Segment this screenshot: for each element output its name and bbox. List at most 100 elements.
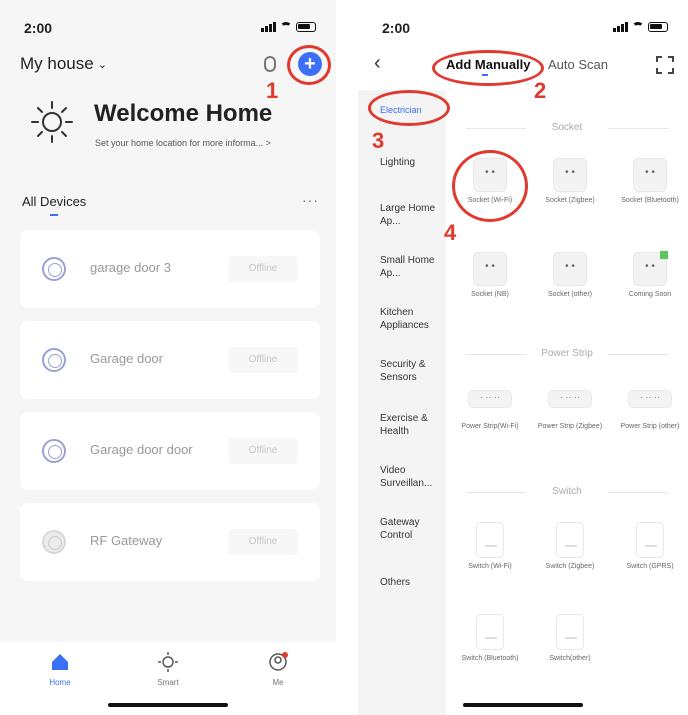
device-status: Offline	[228, 347, 298, 373]
device-card[interactable]: garage door 3 Offline	[20, 230, 320, 308]
microphone-icon[interactable]	[264, 56, 276, 72]
wifi-icon	[280, 22, 292, 32]
back-icon[interactable]: ‹	[374, 52, 381, 75]
welcome-subtitle[interactable]: Set your home location for more informa.…	[95, 138, 271, 148]
product-coming-soon: Coming Soon	[612, 251, 688, 299]
tab-indicator	[482, 74, 488, 76]
product-switch-bluetooth[interactable]: Switch (Bluetooth)	[452, 614, 528, 663]
product-label: Switch (Bluetooth)	[461, 655, 519, 662]
status-bar: 2:00	[382, 20, 668, 36]
category-others[interactable]: Others	[358, 576, 446, 589]
product-switch-other[interactable]: Switch(other)	[532, 614, 608, 663]
product-label: Power Strip(Wi-Fi)	[461, 423, 519, 430]
smart-icon	[158, 652, 178, 672]
category-security-sensors[interactable]: Security & Sensors	[358, 358, 442, 384]
category-gateway-control[interactable]: Gateway Control	[358, 516, 442, 542]
device-name: RF Gateway	[90, 533, 163, 548]
category-electrician[interactable]: Electrician	[358, 104, 446, 117]
category-kitchen-appliances[interactable]: Kitchen Appliances	[358, 306, 442, 332]
product-label: Switch (Zigbee)	[545, 563, 595, 570]
add-device-button[interactable]: +	[298, 52, 322, 76]
product-power-strip-zigbee[interactable]: Power Strip (Zigbee)	[532, 382, 608, 431]
tab-indicator	[50, 214, 58, 216]
product-switch-zigbee[interactable]: Switch (Zigbee)	[532, 522, 608, 571]
switch-icon	[636, 522, 664, 558]
section-title-switch: Switch	[446, 486, 688, 497]
sun-icon	[31, 101, 73, 143]
device-icon	[42, 348, 66, 372]
welcome-title: Welcome Home	[94, 100, 273, 127]
product-socket-bluetooth[interactable]: Socket (Bluetooth)	[612, 158, 688, 205]
switch-icon	[556, 614, 584, 650]
product-label: Socket (Zigbee)	[545, 197, 595, 204]
status-time: 2:00	[24, 20, 53, 36]
tab-add-manually[interactable]: Add Manually	[446, 57, 531, 72]
signal-icon	[613, 22, 628, 32]
device-status: Offline	[228, 438, 298, 464]
bottom-tab-bar: Home Smart Me	[0, 642, 336, 715]
home-indicator	[108, 703, 228, 707]
product-power-strip-wifi[interactable]: Power Strip(Wi-Fi)	[452, 382, 528, 431]
tab-home[interactable]: Home	[30, 652, 90, 687]
home-icon	[52, 654, 68, 670]
home-indicator	[463, 703, 583, 707]
add-device-screen: 2:00 ‹ Add Manually Auto Scan 2 Electric…	[358, 0, 688, 715]
signal-icon	[261, 22, 276, 32]
socket-icon	[473, 252, 507, 286]
device-name: garage door 3	[90, 260, 171, 275]
device-status: Offline	[228, 529, 298, 555]
more-options-icon[interactable]: ···	[302, 192, 319, 208]
product-label: Switch(other)	[549, 655, 591, 662]
tab-label: Home	[49, 678, 71, 687]
product-switch-gprs[interactable]: Switch (GPRS)	[612, 522, 688, 571]
chevron-down-icon: ⌄	[97, 58, 107, 71]
scan-icon[interactable]	[656, 56, 674, 74]
category-sidebar: Electrician Lighting Large Home Ap... Sm…	[358, 90, 446, 715]
switch-icon	[476, 522, 504, 558]
product-socket-wifi[interactable]: Socket (Wi-Fi)	[452, 158, 528, 205]
tab-smart[interactable]: Smart	[138, 652, 198, 687]
product-switch-wifi[interactable]: Switch (Wi-Fi)	[452, 522, 528, 571]
socket-icon	[553, 252, 587, 286]
annotation-step-2: 2	[534, 78, 547, 103]
product-label: Power Strip (Zigbee)	[537, 423, 603, 430]
socket-icon	[553, 158, 587, 192]
device-card[interactable]: RF Gateway Offline	[20, 503, 320, 581]
category-exercise-health[interactable]: Exercise & Health	[358, 412, 442, 438]
status-icons	[613, 22, 668, 32]
product-label: Switch (Wi-Fi)	[468, 563, 512, 570]
battery-icon	[648, 22, 668, 32]
socket-icon	[473, 158, 507, 192]
house-selector[interactable]: My house ⌄	[20, 54, 107, 74]
product-label: Power Strip (other)	[620, 423, 680, 430]
annotation-step-4: 4	[444, 220, 457, 245]
chevron-right-icon: >	[265, 138, 271, 148]
welcome-subtitle-text: Set your home location for more informa.…	[95, 138, 264, 148]
product-socket-nb[interactable]: Socket (NB)	[452, 252, 528, 299]
device-icon	[42, 257, 66, 281]
tab-label: Me	[272, 678, 284, 687]
product-power-strip-other[interactable]: Power Strip (other)	[612, 382, 688, 431]
category-small-home-appliances[interactable]: Small Home Ap...	[358, 254, 442, 280]
top-navigation: ‹ Add Manually Auto Scan	[358, 50, 688, 80]
category-large-home-appliances[interactable]: Large Home Ap...	[358, 202, 442, 228]
product-socket-other[interactable]: Socket (other)	[532, 252, 608, 299]
tab-me[interactable]: Me	[248, 652, 308, 687]
all-devices-tab[interactable]: All Devices	[22, 194, 86, 209]
switch-icon	[476, 614, 504, 650]
wifi-icon	[632, 22, 644, 32]
tab-auto-scan[interactable]: Auto Scan	[548, 57, 608, 72]
device-card[interactable]: Garage door door Offline	[20, 412, 320, 490]
device-icon	[42, 439, 66, 463]
switch-icon	[556, 522, 584, 558]
me-icon	[269, 652, 288, 671]
status-time: 2:00	[382, 20, 411, 36]
section-title-socket: Socket	[446, 122, 688, 133]
category-lighting[interactable]: Lighting	[358, 156, 446, 169]
device-card[interactable]: Garage door Offline	[20, 321, 320, 399]
category-video-surveillance[interactable]: Video Surveillan...	[358, 464, 442, 490]
product-socket-zigbee[interactable]: Socket (Zigbee)	[532, 158, 608, 205]
device-name: Garage door door	[90, 442, 193, 457]
tab-label: Smart	[157, 678, 179, 687]
status-icons	[261, 22, 316, 32]
